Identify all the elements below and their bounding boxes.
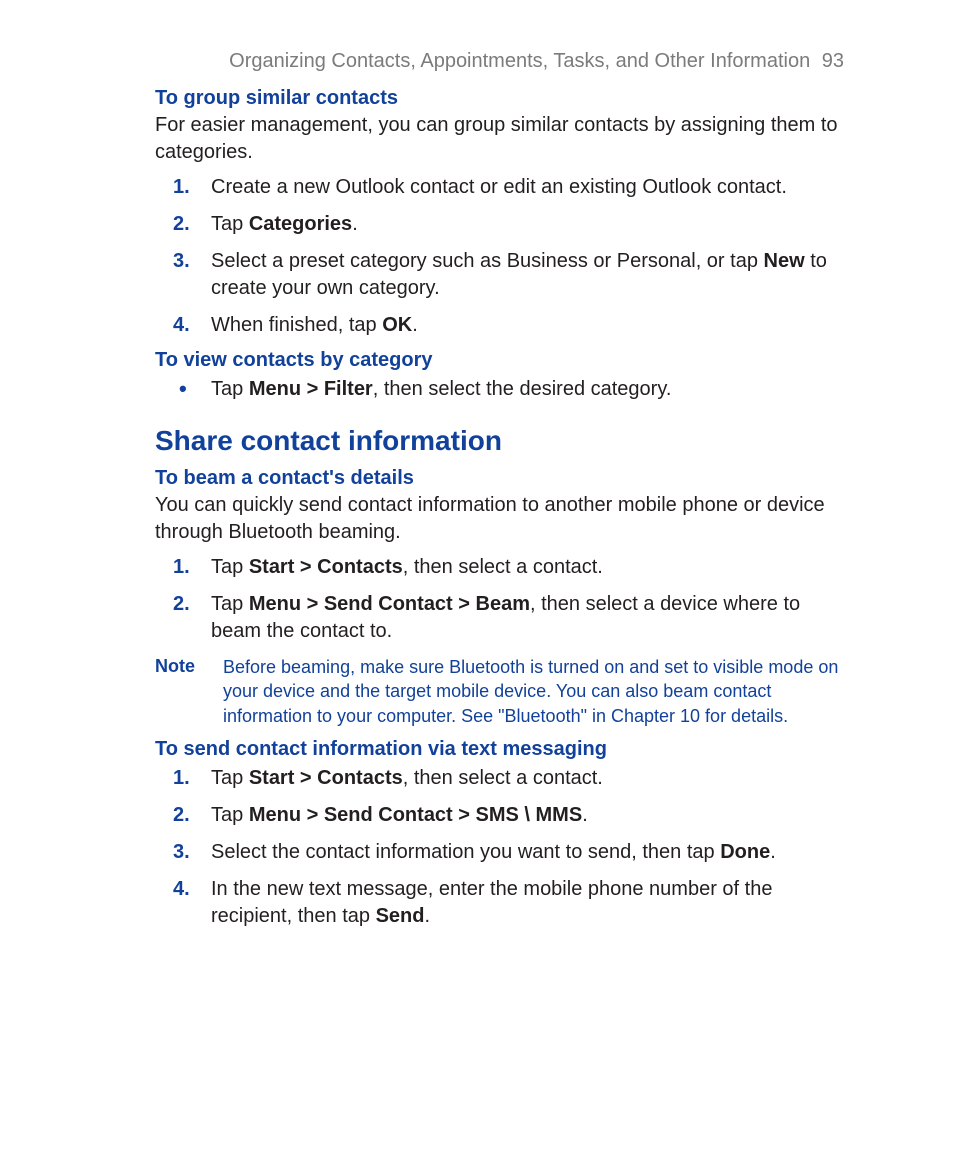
page-content: Organizing Contacts, Appointments, Tasks… [0, 0, 954, 1000]
note-label: Note [155, 655, 195, 728]
page-number: 93 [822, 50, 844, 72]
steps-sms: 1. Tap Start > Contacts, then select a c… [155, 765, 844, 930]
step-text: Tap Menu > Send Contact > SMS \ MMS. [211, 804, 588, 826]
step-text: In the new text message, enter the mobil… [211, 878, 772, 927]
step-number: 3. [173, 839, 190, 866]
step-text: When finished, tap OK. [211, 314, 418, 336]
step-item: 4. In the new text message, enter the mo… [155, 876, 844, 930]
step-number: 4. [173, 876, 190, 903]
step-item: 2. Tap Menu > Send Contact > Beam, then … [155, 591, 844, 645]
step-item: 3. Select a preset category such as Busi… [155, 248, 844, 302]
heading-send-via-text: To send contact information via text mes… [155, 738, 844, 761]
step-text: Select the contact information you want … [211, 841, 776, 863]
step-number: 2. [173, 211, 190, 238]
step-number: 2. [173, 591, 190, 618]
note-body: Before beaming, make sure Bluetooth is t… [223, 655, 844, 728]
bullet-item: • Tap Menu > Filter, then select the des… [155, 376, 844, 403]
steps-group-similar: 1. Create a new Outlook contact or edit … [155, 174, 844, 339]
step-item: 1. Tap Start > Contacts, then select a c… [155, 554, 844, 581]
intro-group-similar: For easier management, you can group sim… [155, 112, 844, 166]
step-item: 3. Select the contact information you wa… [155, 839, 844, 866]
step-number: 1. [173, 174, 190, 201]
step-item: 2. Tap Categories. [155, 211, 844, 238]
step-number: 2. [173, 802, 190, 829]
chapter-title: Organizing Contacts, Appointments, Tasks… [229, 50, 810, 72]
step-number: 4. [173, 312, 190, 339]
step-item: 4. When finished, tap OK. [155, 312, 844, 339]
step-text: Tap Start > Contacts, then select a cont… [211, 556, 603, 578]
intro-beam: You can quickly send contact information… [155, 492, 844, 546]
step-text: Tap Categories. [211, 213, 358, 235]
heading-beam-contact: To beam a contact's details [155, 467, 844, 490]
step-text: Create a new Outlook contact or edit an … [211, 176, 787, 198]
step-number: 3. [173, 248, 190, 275]
step-item: 2. Tap Menu > Send Contact > SMS \ MMS. [155, 802, 844, 829]
note-block: Note Before beaming, make sure Bluetooth… [155, 655, 844, 728]
running-header: Organizing Contacts, Appointments, Tasks… [155, 50, 844, 73]
bullet-view-by-category: • Tap Menu > Filter, then select the des… [155, 376, 844, 403]
step-number: 1. [173, 554, 190, 581]
bullet-dot-icon: • [179, 376, 187, 402]
steps-beam: 1. Tap Start > Contacts, then select a c… [155, 554, 844, 645]
heading-view-by-category: To view contacts by category [155, 349, 844, 372]
step-text: Tap Menu > Send Contact > Beam, then sel… [211, 593, 800, 642]
bullet-text: Tap Menu > Filter, then select the desir… [211, 378, 671, 400]
step-text: Tap Start > Contacts, then select a cont… [211, 767, 603, 789]
heading-group-similar: To group similar contacts [155, 87, 844, 110]
step-text: Select a preset category such as Busines… [211, 250, 827, 299]
step-number: 1. [173, 765, 190, 792]
step-item: 1. Tap Start > Contacts, then select a c… [155, 765, 844, 792]
heading-share-contact-info: Share contact information [155, 425, 844, 457]
step-item: 1. Create a new Outlook contact or edit … [155, 174, 844, 201]
